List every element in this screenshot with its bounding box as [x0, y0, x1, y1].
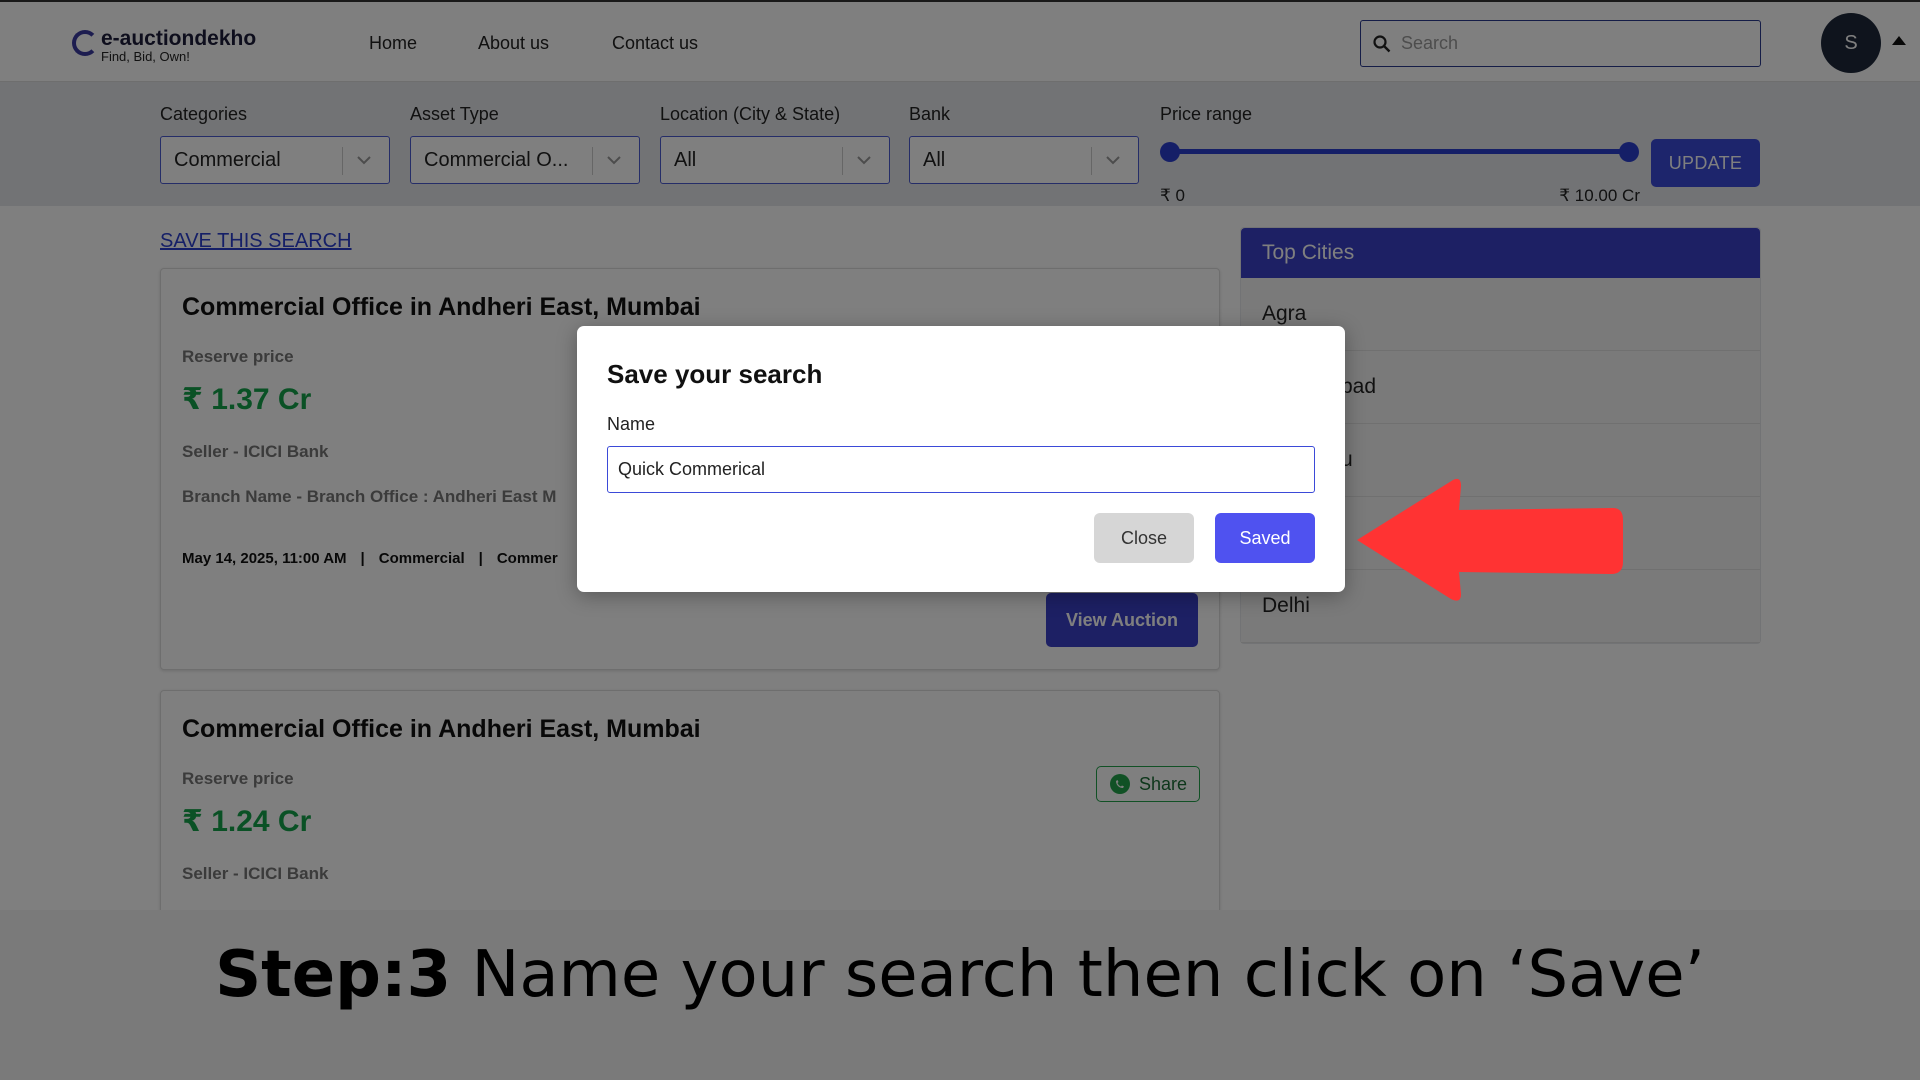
- auction-page: e-auctiondekho Find, Bid, Own! Home Abou…: [0, 0, 1920, 910]
- search-name-input[interactable]: [607, 446, 1315, 493]
- caption-text: Step:3 Name your search then click on ‘S…: [0, 938, 1920, 1012]
- save-search-modal: Save your search Name Close Saved: [577, 326, 1345, 592]
- modal-title: Save your search: [607, 359, 823, 389]
- pointer-arrow-icon: [1357, 478, 1623, 601]
- close-button[interactable]: Close: [1094, 513, 1194, 563]
- caption-instruction: Name your search then click on ‘Save’: [451, 938, 1705, 1012]
- saved-button[interactable]: Saved: [1215, 513, 1315, 563]
- caption-step: Step:3: [215, 938, 452, 1012]
- tutorial-caption: Step:3 Name your search then click on ‘S…: [0, 910, 1920, 1080]
- name-label: Name: [607, 414, 656, 434]
